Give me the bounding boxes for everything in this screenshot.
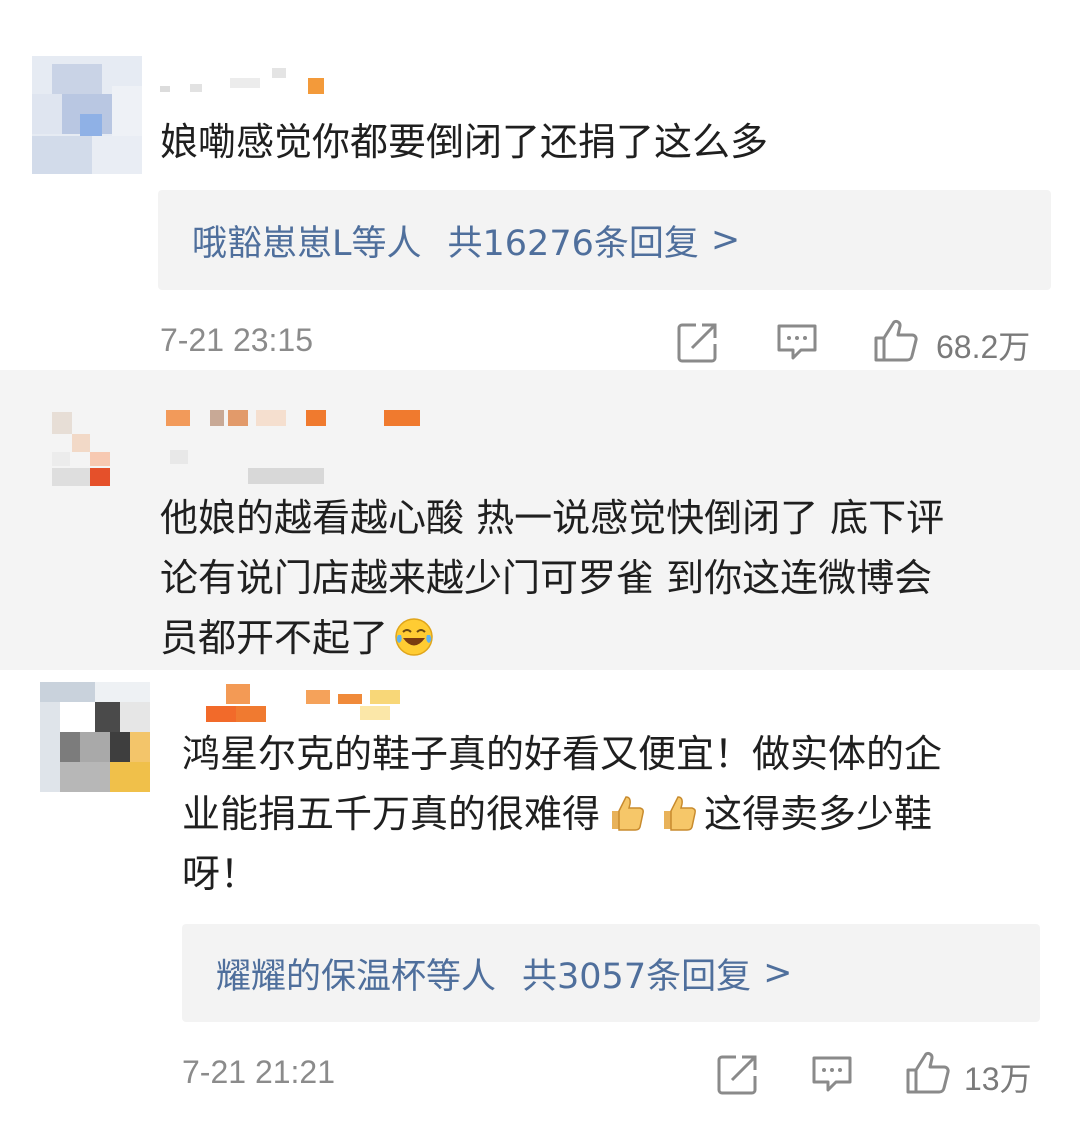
comment-text-line: 鸿星尔克的鞋子真的好看又便宜！做实体的企 bbox=[182, 732, 943, 776]
laugh-cry-emoji-icon bbox=[395, 617, 433, 656]
replies-users[interactable]: 耀耀的保温杯等人 bbox=[216, 948, 496, 999]
username-blurred[interactable] bbox=[166, 406, 426, 486]
thumbs-up-emoji-icon bbox=[664, 795, 696, 831]
comment-text-line: 他娘的越看越心酸 热一说感觉快倒闭了 底下评 bbox=[160, 496, 945, 540]
avatar[interactable] bbox=[32, 56, 142, 174]
comment-list: 娘嘞感觉你都要倒闭了还捐了这么多 哦豁崽崽L等人 共16276条回复 > 7-2… bbox=[0, 0, 1080, 1123]
replies-preview[interactable]: 耀耀的保温杯等人 共3057条回复 > bbox=[182, 924, 1040, 1022]
like-icon[interactable] bbox=[872, 318, 920, 364]
comment-text: 鸿星尔克的鞋子真的好看又便宜！做实体的企 业能捐五千万真的很难得 这得卖多少鞋 … bbox=[182, 724, 1062, 904]
comment-text-line: 呀！ bbox=[182, 852, 259, 896]
like-count: 13万 bbox=[964, 1061, 1032, 1097]
chevron-right-icon[interactable]: > bbox=[763, 953, 792, 993]
like-icon[interactable] bbox=[904, 1050, 952, 1096]
replies-count[interactable]: 共3057条回复 bbox=[522, 948, 751, 999]
avatar[interactable] bbox=[50, 410, 112, 490]
avatar[interactable] bbox=[40, 682, 150, 792]
username-blurred[interactable] bbox=[160, 60, 340, 100]
username-blurred[interactable] bbox=[206, 680, 406, 724]
comment-text: 他娘的越看越心酸 热一说感觉快倒闭了 底下评 论有说门店越来越少门可罗雀 到你这… bbox=[160, 488, 1040, 668]
thumbs-up-emoji-icon bbox=[612, 795, 644, 831]
comment-time: 7-21 23:15 bbox=[160, 322, 314, 358]
comment-text-line: 这得卖多少鞋 bbox=[704, 792, 933, 836]
replies-preview[interactable]: 哦豁崽崽L等人 共16276条回复 > bbox=[158, 190, 1051, 290]
comment-item: 鸿星尔克的鞋子真的好看又便宜！做实体的企 业能捐五千万真的很难得 这得卖多少鞋 … bbox=[0, 670, 1080, 1123]
comment-text-line: 论有说门店越来越少门可罗雀 到你这连微博会 bbox=[160, 556, 933, 600]
like-count: 68.2万 bbox=[936, 329, 1031, 365]
share-icon[interactable] bbox=[716, 1052, 760, 1096]
comment-icon[interactable] bbox=[775, 322, 819, 362]
comment-item: 他娘的越看越心酸 热一说感觉快倒闭了 底下评 论有说门店越来越少门可罗雀 到你这… bbox=[0, 370, 1080, 670]
chevron-right-icon[interactable]: > bbox=[711, 220, 740, 260]
comment-text: 娘嘞感觉你都要倒闭了还捐了这么多 bbox=[160, 120, 769, 164]
replies-users[interactable]: 哦豁崽崽L等人 bbox=[192, 215, 422, 266]
comment-item: 娘嘞感觉你都要倒闭了还捐了这么多 哦豁崽崽L等人 共16276条回复 > 7-2… bbox=[0, 0, 1080, 370]
comment-icon[interactable] bbox=[810, 1054, 854, 1094]
comment-time: 7-21 21:21 bbox=[182, 1054, 336, 1090]
comment-text-line: 员都开不起了 bbox=[160, 616, 389, 660]
comment-text-line: 业能捐五千万真的很难得 bbox=[182, 792, 601, 836]
replies-count[interactable]: 共16276条回复 bbox=[448, 215, 699, 266]
share-icon[interactable] bbox=[676, 320, 720, 364]
